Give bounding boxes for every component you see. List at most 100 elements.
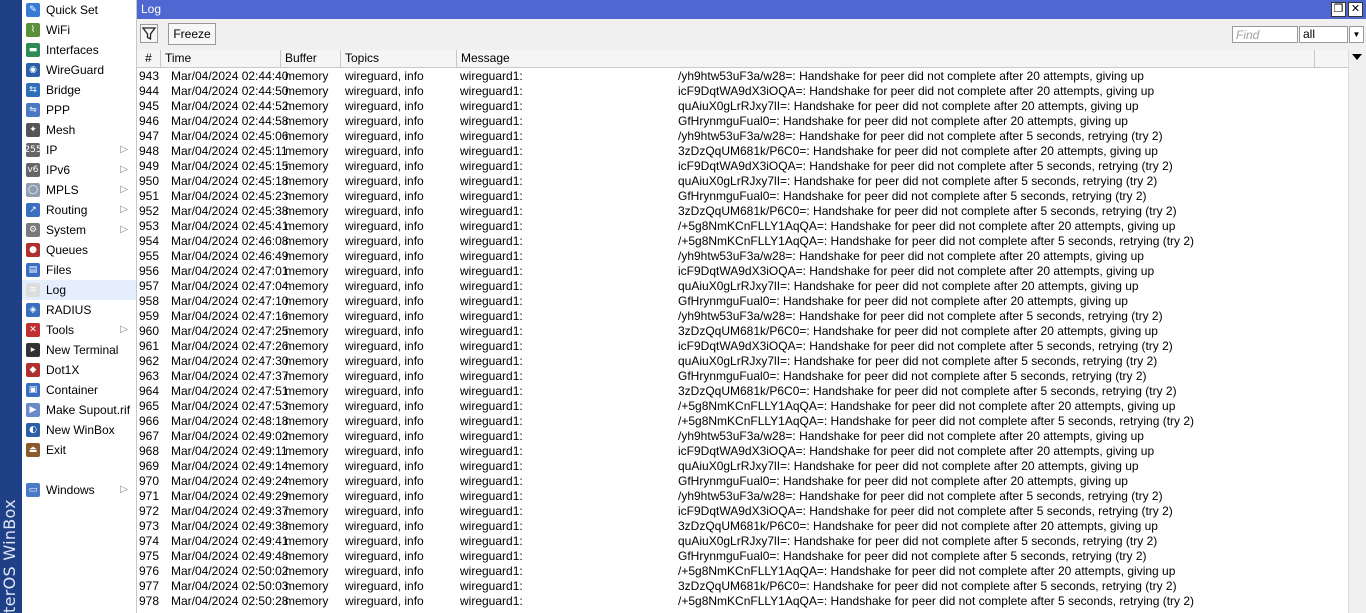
table-row[interactable]: 955 Mar/04/2024 02:46:49 memory wireguard, … (137, 249, 1349, 264)
table-row[interactable]: 971 Mar/04/2024 02:49:29 memory wireguard, … (137, 489, 1349, 504)
filter-button[interactable] (140, 24, 158, 43)
row-buffer: memory (285, 279, 329, 293)
sidebar-item-ip[interactable]: 255 IP ▷ (22, 140, 136, 160)
sidebar: ✎ Quick Set ⌇ WiFi ▬ Interfaces ◉ WireGuard ⇆ Bri… (22, 0, 137, 613)
row-message-detail: icF9DqtWA9dX3iOQA=: Handshake for peer d… (678, 444, 1155, 458)
window-titlebar[interactable]: Log ❐ ✕ (137, 0, 1366, 19)
row-time: Mar/04/2024 02:44:40 (171, 69, 289, 83)
sidebar-item-ipv6[interactable]: v6 IPv6 ▷ (22, 160, 136, 180)
table-row[interactable]: 975 Mar/04/2024 02:49:48 memory wireguard, … (137, 549, 1349, 564)
table-row[interactable]: 957 Mar/04/2024 02:47:04 memory wireguard, … (137, 279, 1349, 294)
row-topics: wireguard, info (345, 459, 424, 473)
sidebar-item-ppp[interactable]: ⇋ PPP (22, 100, 136, 120)
table-row[interactable]: 944 Mar/04/2024 02:44:50 memory wireguard, … (137, 84, 1349, 99)
row-time: Mar/04/2024 02:47:01 (171, 264, 289, 278)
sidebar-item-mesh[interactable]: ✦ Mesh (22, 120, 136, 140)
sidebar-item-exit[interactable]: ⏏ Exit (22, 440, 136, 460)
table-row[interactable]: 947 Mar/04/2024 02:45:06 memory wireguard, … (137, 129, 1349, 144)
sidebar-item-log[interactable]: ≡ Log (22, 280, 136, 300)
queues-icon: ● (26, 243, 40, 257)
table-row[interactable]: 959 Mar/04/2024 02:47:16 memory wireguard, … (137, 309, 1349, 324)
sidebar-item-routing[interactable]: ↗ Routing ▷ (22, 200, 136, 220)
table-row[interactable]: 970 Mar/04/2024 02:49:24 memory wireguard, … (137, 474, 1349, 489)
chevron-down-icon[interactable]: ▼ (1349, 26, 1364, 43)
table-row[interactable]: 946 Mar/04/2024 02:44:58 memory wireguard, … (137, 114, 1349, 129)
table-row[interactable]: 961 Mar/04/2024 02:47:26 memory wireguard, … (137, 339, 1349, 354)
row-message: wireguard1: (460, 69, 523, 83)
row-topics: wireguard, info (345, 144, 424, 158)
row-topics: wireguard, info (345, 129, 424, 143)
sidebar-item-files[interactable]: ▤ Files (22, 260, 136, 280)
dot1x-icon: ◆ (26, 363, 40, 377)
freeze-button[interactable]: Freeze (168, 23, 216, 45)
row-message: wireguard1: (460, 324, 523, 338)
row-message: wireguard1: (460, 564, 523, 578)
table-row[interactable]: 958 Mar/04/2024 02:47:10 memory wireguard, … (137, 294, 1349, 309)
topic-select[interactable]: all (1299, 26, 1348, 43)
row-buffer: memory (285, 159, 329, 173)
sidebar-item-quick-set[interactable]: ✎ Quick Set (22, 0, 136, 20)
vertical-scrollbar[interactable] (1348, 50, 1366, 613)
row-buffer: memory (285, 249, 329, 263)
table-row[interactable]: 969 Mar/04/2024 02:49:14 memory wireguard, … (137, 459, 1349, 474)
sidebar-item-interfaces[interactable]: ▬ Interfaces (22, 40, 136, 60)
table-row[interactable]: 977 Mar/04/2024 02:50:03 memory wireguard, … (137, 579, 1349, 594)
table-row[interactable]: 950 Mar/04/2024 02:45:18 memory wireguard, … (137, 174, 1349, 189)
column-header-topics[interactable]: Topics (341, 50, 457, 67)
table-row[interactable]: 967 Mar/04/2024 02:49:02 memory wireguard, … (137, 429, 1349, 444)
table-row[interactable]: 974 Mar/04/2024 02:49:41 memory wireguard, … (137, 534, 1349, 549)
table-row[interactable]: 956 Mar/04/2024 02:47:01 memory wireguard, … (137, 264, 1349, 279)
table-row[interactable]: 965 Mar/04/2024 02:47:53 memory wireguard, … (137, 399, 1349, 414)
sidebar-item-dot1x[interactable]: ◆ Dot1X (22, 360, 136, 380)
table-row[interactable]: 963 Mar/04/2024 02:47:37 memory wireguard, … (137, 369, 1349, 384)
table-row[interactable]: 966 Mar/04/2024 02:48:18 memory wireguard, … (137, 414, 1349, 429)
column-header-number[interactable]: # (137, 50, 161, 67)
sidebar-item-wireguard[interactable]: ◉ WireGuard (22, 60, 136, 80)
row-message: wireguard1: (460, 594, 523, 608)
scroll-down-icon[interactable] (1352, 54, 1362, 60)
table-row[interactable]: 943 Mar/04/2024 02:44:40 memory wireguard, … (137, 69, 1349, 84)
close-icon[interactable]: ✕ (1348, 2, 1363, 17)
column-header-message[interactable]: Message (457, 50, 1315, 67)
restore-icon[interactable]: ❐ (1331, 2, 1346, 17)
sidebar-item-wifi[interactable]: ⌇ WiFi (22, 20, 136, 40)
table-row[interactable]: 968 Mar/04/2024 02:49:11 memory wireguard, … (137, 444, 1349, 459)
column-header-buffer[interactable]: Buffer (281, 50, 341, 67)
table-row[interactable]: 972 Mar/04/2024 02:49:37 memory wireguard, … (137, 504, 1349, 519)
column-header-time[interactable]: Time (161, 50, 281, 67)
table-row[interactable]: 954 Mar/04/2024 02:46:08 memory wireguard, … (137, 234, 1349, 249)
table-row[interactable]: 952 Mar/04/2024 02:45:38 memory wireguard, … (137, 204, 1349, 219)
row-time: Mar/04/2024 02:49:14 (171, 459, 289, 473)
table-row[interactable]: 949 Mar/04/2024 02:45:15 memory wireguard, … (137, 159, 1349, 174)
table-row[interactable]: 945 Mar/04/2024 02:44:52 memory wireguard, … (137, 99, 1349, 114)
table-row[interactable]: 960 Mar/04/2024 02:47:25 memory wireguard, … (137, 324, 1349, 339)
row-message: wireguard1: (460, 279, 523, 293)
toolbar: Freeze all ▼ (137, 19, 1366, 49)
find-input[interactable] (1232, 26, 1298, 43)
sidebar-item-bridge[interactable]: ⇆ Bridge (22, 80, 136, 100)
table-row[interactable]: 978 Mar/04/2024 02:50:28 memory wireguard, … (137, 594, 1349, 609)
sidebar-item-label: WiFi (46, 23, 70, 37)
table-row[interactable]: 951 Mar/04/2024 02:45:23 memory wireguard, … (137, 189, 1349, 204)
sidebar-item-new-terminal[interactable]: ▸ New Terminal (22, 340, 136, 360)
row-message-detail: GfHrynmguFual0=: Handshake for peer did … (678, 114, 1128, 128)
sidebar-item-system[interactable]: ⚙ System ▷ (22, 220, 136, 240)
sidebar-item-queues[interactable]: ● Queues (22, 240, 136, 260)
sidebar-item-windows[interactable]: ▭ Windows ▷ (22, 480, 136, 500)
table-row[interactable]: 976 Mar/04/2024 02:50:02 memory wireguard, … (137, 564, 1349, 579)
table-row[interactable]: 964 Mar/04/2024 02:47:51 memory wireguard, … (137, 384, 1349, 399)
sidebar-item-tools[interactable]: ✕ Tools ▷ (22, 320, 136, 340)
table-row[interactable]: 962 Mar/04/2024 02:47:30 memory wireguard, … (137, 354, 1349, 369)
row-message-detail: /+5g8NmKCnFLLY1AqQA=: Handshake for peer… (678, 594, 1195, 608)
radius-icon: ◈ (26, 303, 40, 317)
sidebar-item-new-winbox[interactable]: ◐ New WinBox (22, 420, 136, 440)
sidebar-item-make-supout-rif[interactable]: ▶ Make Supout.rif (22, 400, 136, 420)
sidebar-item-container[interactable]: ▣ Container (22, 380, 136, 400)
table-row[interactable]: 948 Mar/04/2024 02:45:11 memory wireguard, … (137, 144, 1349, 159)
table-row[interactable]: 953 Mar/04/2024 02:45:41 memory wireguard, … (137, 219, 1349, 234)
sidebar-item-mpls[interactable]: ◯ MPLS ▷ (22, 180, 136, 200)
sidebar-item-radius[interactable]: ◈ RADIUS (22, 300, 136, 320)
table-row[interactable]: 973 Mar/04/2024 02:49:38 memory wireguard, … (137, 519, 1349, 534)
row-time: Mar/04/2024 02:50:28 (171, 594, 289, 608)
row-message: wireguard1: (460, 84, 523, 98)
